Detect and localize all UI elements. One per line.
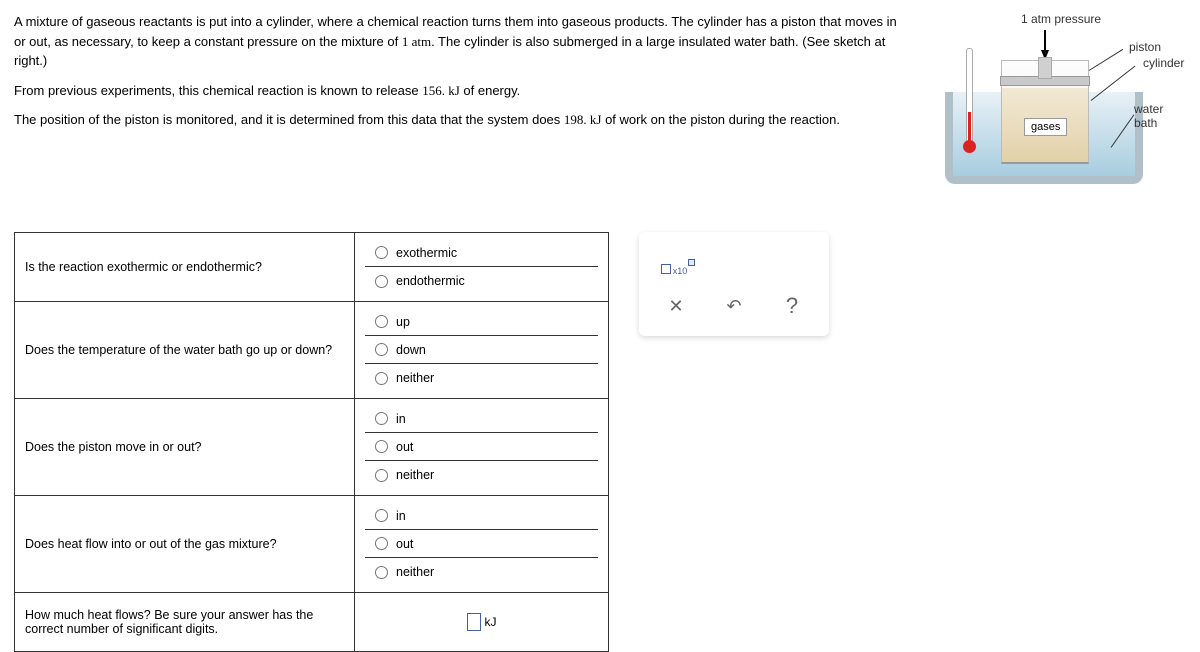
apparatus-diagram: 1 atm pressure gases piston cylinder wat… — [931, 12, 1186, 192]
heat-unit: kJ — [485, 615, 497, 629]
gases-label: gases — [1024, 118, 1067, 136]
p2-text-b: of energy. — [460, 83, 520, 98]
pressure-arrow-stem — [1044, 30, 1046, 52]
pressure-label: 1 atm pressure — [1021, 12, 1101, 26]
q2-text: Does the temperature of the water bath g… — [15, 302, 355, 399]
q3-opt-label-1: out — [396, 440, 413, 454]
q2-opt-label-0: up — [396, 315, 410, 329]
piston-lead-line — [1089, 49, 1123, 71]
q1-opt-label-1: endothermic — [396, 274, 465, 288]
clear-button[interactable]: ✕ — [659, 291, 693, 321]
q1-text: Is the reaction exothermic or endothermi… — [15, 233, 355, 302]
q3-opt-neither[interactable] — [375, 469, 388, 482]
problem-statement: A mixture of gaseous reactants is put in… — [14, 12, 931, 192]
sci-notation-button[interactable]: x10 — [659, 248, 697, 276]
sci-check-icon — [661, 264, 671, 274]
q2-opt-down[interactable] — [375, 343, 388, 356]
q4-opt-out[interactable] — [375, 537, 388, 550]
water-bath-label: water bath — [1134, 102, 1186, 130]
q3-opt-out[interactable] — [375, 440, 388, 453]
thermometer-bulb — [963, 140, 976, 153]
q3-opt-label-2: neither — [396, 468, 434, 482]
q1-opt-endothermic[interactable] — [375, 275, 388, 288]
undo-icon: ↶ — [726, 296, 741, 317]
q4-text: Does heat flow into or out of the gas mi… — [15, 496, 355, 593]
cylinder-label: cylinder — [1143, 56, 1184, 70]
q4-opt-label-2: neither — [396, 565, 434, 579]
q4-opt-in[interactable] — [375, 509, 388, 522]
p3-text-b: of work on the piston during the reactio… — [601, 112, 839, 127]
piston-rod — [1038, 57, 1052, 79]
x10-label: x10 — [673, 266, 688, 276]
x-icon: ✕ — [668, 296, 683, 317]
p3-value: 198. kJ — [564, 112, 602, 127]
q4-opt-label-1: out — [396, 537, 413, 551]
q2-opt-label-1: down — [396, 343, 426, 357]
p2-text-a: From previous experiments, this chemical… — [14, 83, 422, 98]
p3-text-a: The position of the piston is monitored,… — [14, 112, 564, 127]
undo-button[interactable]: ↶ — [717, 291, 751, 321]
help-icon: ? — [786, 293, 798, 319]
q4-opt-neither[interactable] — [375, 566, 388, 579]
q2-opt-up[interactable] — [375, 315, 388, 328]
help-button[interactable]: ? — [775, 291, 809, 321]
q1-opt-exothermic[interactable] — [375, 246, 388, 259]
q3-text: Does the piston move in or out? — [15, 399, 355, 496]
q3-opt-in[interactable] — [375, 412, 388, 425]
p1-value: 1 atm — [402, 34, 431, 49]
q3-opt-label-0: in — [396, 412, 406, 426]
q5-text: How much heat flows? Be sure your answer… — [15, 593, 355, 652]
input-toolbar: x10 ✕ ↶ ? — [639, 232, 829, 336]
answer-table: Is the reaction exothermic or endothermi… — [14, 232, 609, 652]
heat-value-input[interactable] — [467, 613, 481, 631]
q1-opt-label-0: exothermic — [396, 246, 457, 260]
q2-opt-label-2: neither — [396, 371, 434, 385]
q2-opt-neither[interactable] — [375, 372, 388, 385]
q4-opt-label-0: in — [396, 509, 406, 523]
p2-value: 156. kJ — [422, 83, 460, 98]
sci-exp-icon — [688, 259, 695, 266]
piston-label: piston — [1129, 40, 1161, 54]
